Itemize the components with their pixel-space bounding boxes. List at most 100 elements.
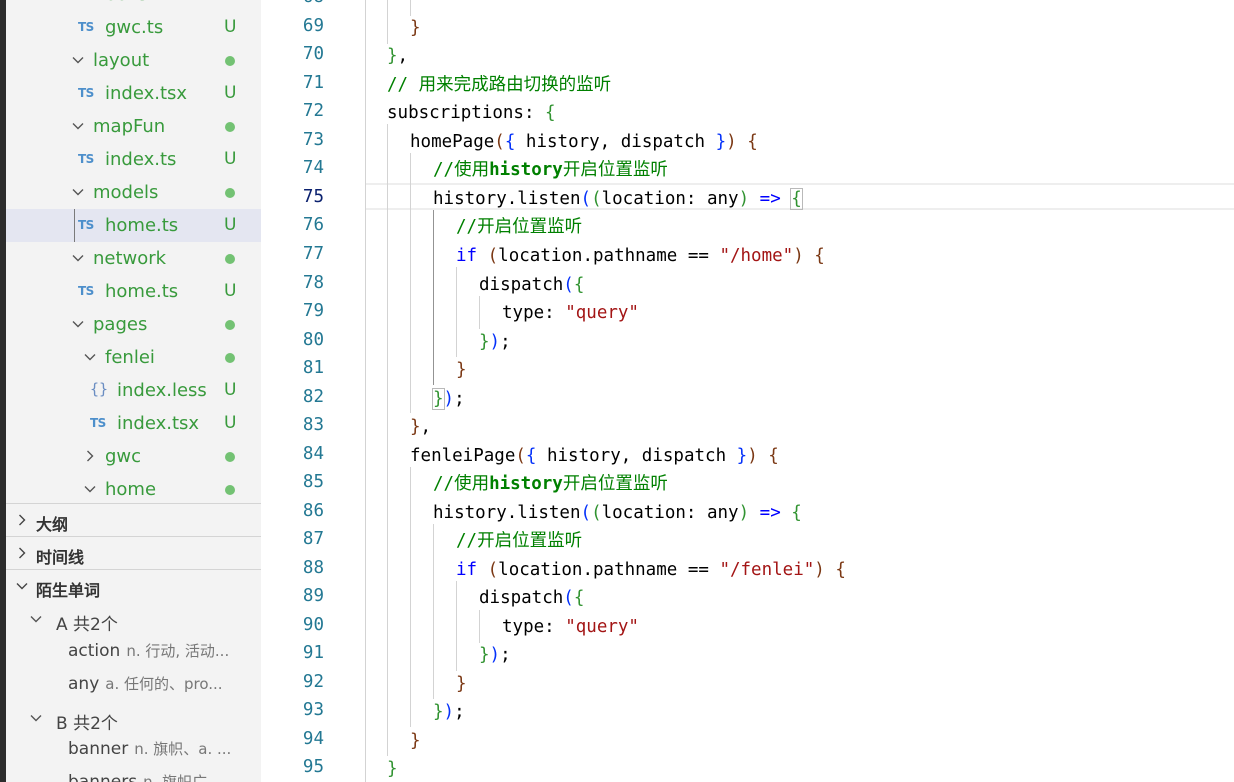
word-text: any	[68, 674, 100, 694]
tree-label: index.less	[117, 380, 207, 401]
line-number: 68	[261, 0, 324, 7]
code-token: history.listen	[433, 189, 581, 209]
git-status-dot	[225, 353, 235, 363]
typescript-file-icon: TS	[78, 152, 94, 166]
word-group-label: B 共2个	[56, 714, 118, 734]
code-token: subscriptions:	[387, 103, 546, 123]
code-token: (	[580, 189, 592, 209]
code-token-matched-bracket: {	[790, 188, 803, 210]
indent-guide	[387, 124, 388, 756]
tree-label: hooks	[94, 0, 147, 5]
chevron-down-icon	[70, 0, 86, 2]
chevron-down-icon	[28, 710, 44, 726]
word-item-banners[interactable]: banners n. 旗帜广...	[68, 771, 258, 782]
code-line-78: dispatch({	[479, 274, 584, 296]
line-number: 82	[302, 387, 324, 407]
sidebar: hooks TS gwc.ts U layout TS index.tsx U …	[6, 0, 261, 782]
word-item-action[interactable]: action n. 行动, 活动...	[68, 640, 258, 673]
code-token: }	[479, 645, 490, 665]
code-token: }	[387, 759, 398, 779]
code-token: location.pathname ==	[498, 560, 720, 580]
code-token: =>	[749, 189, 792, 209]
code-token: (	[494, 132, 505, 152]
code-token: )	[814, 560, 825, 580]
line-number: 83	[302, 415, 324, 435]
word-group-b[interactable]: B 共2个	[6, 702, 261, 735]
tree-folder-pages[interactable]: pages	[6, 308, 261, 341]
code-comment: //使用	[433, 474, 490, 494]
tree-folder-models[interactable]: models	[6, 176, 261, 209]
chevron-down-icon	[70, 118, 86, 134]
code-token: {	[814, 246, 825, 266]
tree-file-home-ts-selected[interactable]: TS home.ts U	[6, 209, 261, 242]
tree-file-gwc-ts[interactable]: TS gwc.ts U	[6, 11, 261, 44]
line-number: 69	[302, 16, 324, 36]
word-item-banner[interactable]: banner n. 旗帜、a. ...	[68, 738, 258, 771]
tree-label: index.tsx	[105, 83, 188, 104]
code-token: location.pathname ==	[498, 246, 720, 266]
tree-file-index-less[interactable]: {} index.less U	[6, 374, 261, 407]
code-string: "/home"	[719, 246, 794, 266]
tree-label: index.tsx	[117, 413, 200, 434]
code-token: }	[433, 702, 444, 722]
code-comment: //使用	[433, 160, 490, 180]
line-number: 85	[302, 472, 324, 492]
word-group-a[interactable]: A 共2个	[6, 603, 261, 636]
tree-label: fenlei	[105, 347, 155, 368]
indent-guide	[456, 581, 457, 671]
code-token: }	[456, 674, 467, 694]
tree-label: network	[93, 248, 167, 269]
typescript-file-icon: TS	[78, 20, 94, 34]
git-status-untracked: U	[224, 281, 237, 301]
code-editor[interactable]: 68 69 70 71 72 73 74 75 76 77 78 79 80 8…	[261, 0, 1234, 782]
panel-title: 陌生单词	[36, 581, 101, 600]
code-line-88: if (location.pathname == "/fenlei") {	[456, 559, 846, 581]
tree-file-index-tsx[interactable]: TS index.tsx U	[6, 77, 261, 110]
git-status-dot	[225, 188, 235, 198]
tree-folder-fenlei[interactable]: fenlei	[6, 341, 261, 374]
tree-folder-network[interactable]: network	[6, 242, 261, 275]
tree-label: models	[93, 182, 159, 203]
code-token: {	[573, 588, 585, 608]
code-comment: //开启位置监听	[456, 217, 583, 237]
code-token: {	[504, 132, 516, 152]
code-token: {	[747, 132, 758, 152]
chevron-down-icon	[82, 349, 98, 365]
code-line-91: });	[479, 644, 511, 666]
tree-file-index-tsx-2[interactable]: TS index.tsx U	[6, 407, 261, 440]
code-token: history, dispatch	[536, 446, 737, 466]
tree-folder-layout[interactable]: layout	[6, 44, 261, 77]
panel-outline-header[interactable]: 大纲	[6, 504, 261, 537]
less-file-icon: {}	[90, 380, 109, 398]
code-line-79: type: "query"	[502, 302, 639, 324]
panel-words-header[interactable]: 陌生单词	[6, 570, 261, 603]
panel-title: 大纲	[36, 515, 69, 534]
indent-guide	[387, 0, 388, 44]
line-number: 80	[302, 330, 324, 350]
code-line-81: }	[456, 359, 467, 381]
code-token: (	[515, 446, 526, 466]
panel-timeline-header[interactable]: 时间线	[6, 537, 261, 570]
tree-folder-home[interactable]: home	[6, 473, 261, 506]
code-token: }	[715, 132, 727, 152]
tree-label: gwc	[105, 446, 142, 467]
tree-label: index.ts	[105, 149, 177, 170]
code-comment: //开启位置监听	[456, 531, 583, 551]
line-number: 92	[302, 672, 324, 692]
tree-file-index-ts[interactable]: TS index.ts U	[6, 143, 261, 176]
git-status-untracked: U	[224, 83, 237, 103]
code-token: (	[591, 503, 602, 523]
tree-folder-mapfun[interactable]: mapFun	[6, 110, 261, 143]
code-comment: history	[489, 160, 563, 180]
code-token: (	[487, 246, 499, 266]
code-token: {	[768, 446, 779, 466]
code-token: )	[443, 389, 455, 409]
code-token: }	[736, 446, 748, 466]
typescript-file-icon: TS	[78, 86, 94, 100]
code-token: history.listen	[433, 503, 581, 523]
tree-file-home-ts[interactable]: TS home.ts U	[6, 275, 261, 308]
tree-folder-hooks[interactable]: hooks	[6, 0, 261, 11]
tree-folder-gwc[interactable]: gwc	[6, 440, 261, 473]
line-number: 73	[302, 130, 324, 150]
